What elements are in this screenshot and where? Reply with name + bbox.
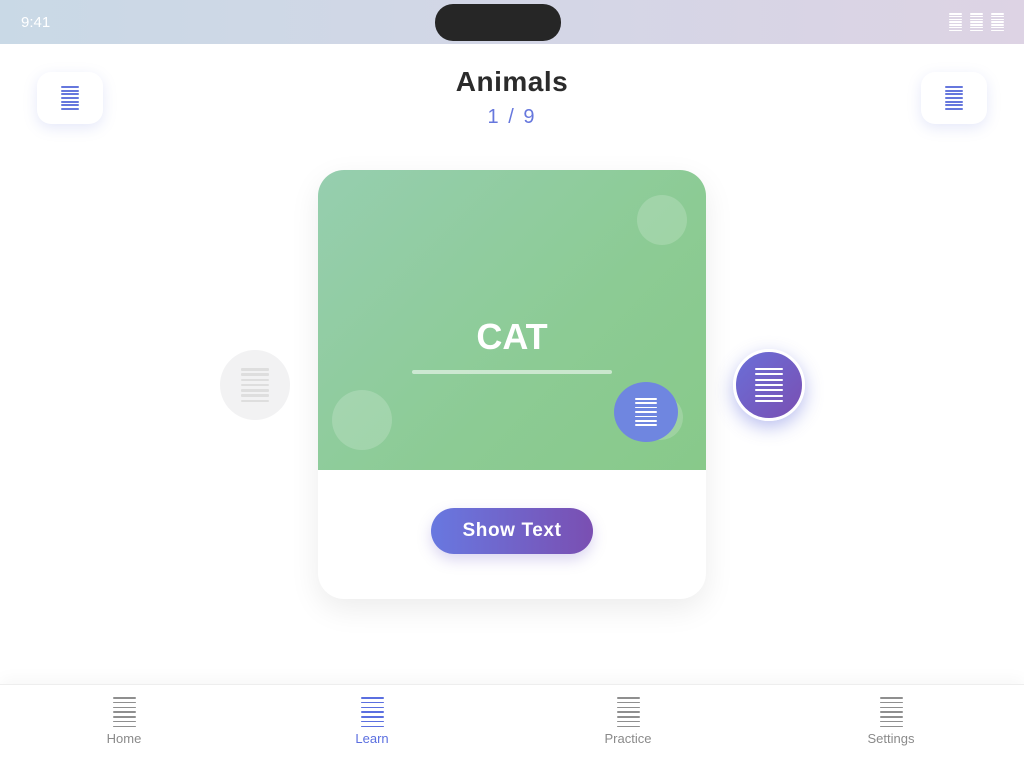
flashcard[interactable]: CAT Show Text xyxy=(318,170,706,599)
speaker-icon xyxy=(635,398,657,426)
wifi-icon xyxy=(970,13,983,31)
menu-icon xyxy=(945,86,963,110)
show-text-button[interactable]: Show Text xyxy=(431,508,593,554)
chevron-left-icon xyxy=(241,368,269,402)
tab-home[interactable]: Home xyxy=(64,697,184,746)
camera-notch xyxy=(435,4,561,41)
tab-label: Practice xyxy=(604,731,652,746)
chevron-right-icon xyxy=(755,368,783,402)
tab-practice[interactable]: Practice xyxy=(568,697,688,746)
tab-label: Settings xyxy=(867,731,915,746)
previous-card-button[interactable] xyxy=(220,350,290,420)
word-divider xyxy=(412,370,612,374)
book-icon xyxy=(360,697,384,727)
decorative-bubble xyxy=(637,195,687,245)
card-progress: 1 / 9 xyxy=(487,106,537,128)
tab-bar: Home Learn Practice Settings xyxy=(0,684,1024,769)
battery-icon xyxy=(991,13,1004,31)
tab-label: Home xyxy=(106,731,142,746)
status-time: 9:41 xyxy=(21,14,51,31)
options-button[interactable] xyxy=(921,72,987,124)
play-audio-button[interactable] xyxy=(614,382,678,442)
flashcard-image: CAT xyxy=(318,170,706,470)
status-bar: 9:41 xyxy=(0,0,1024,44)
page-title: Animals xyxy=(455,66,569,97)
home-icon xyxy=(112,697,136,727)
tab-learn[interactable]: Learn xyxy=(312,697,432,746)
status-icons xyxy=(949,13,1004,31)
tab-label: Learn xyxy=(355,731,389,746)
practice-icon xyxy=(616,697,640,727)
signal-icon xyxy=(949,13,962,31)
flashcard-word: CAT xyxy=(476,316,548,357)
next-card-button[interactable] xyxy=(733,349,805,421)
gear-icon xyxy=(879,697,903,727)
tab-settings[interactable]: Settings xyxy=(831,697,951,746)
decorative-bubble xyxy=(332,390,392,450)
